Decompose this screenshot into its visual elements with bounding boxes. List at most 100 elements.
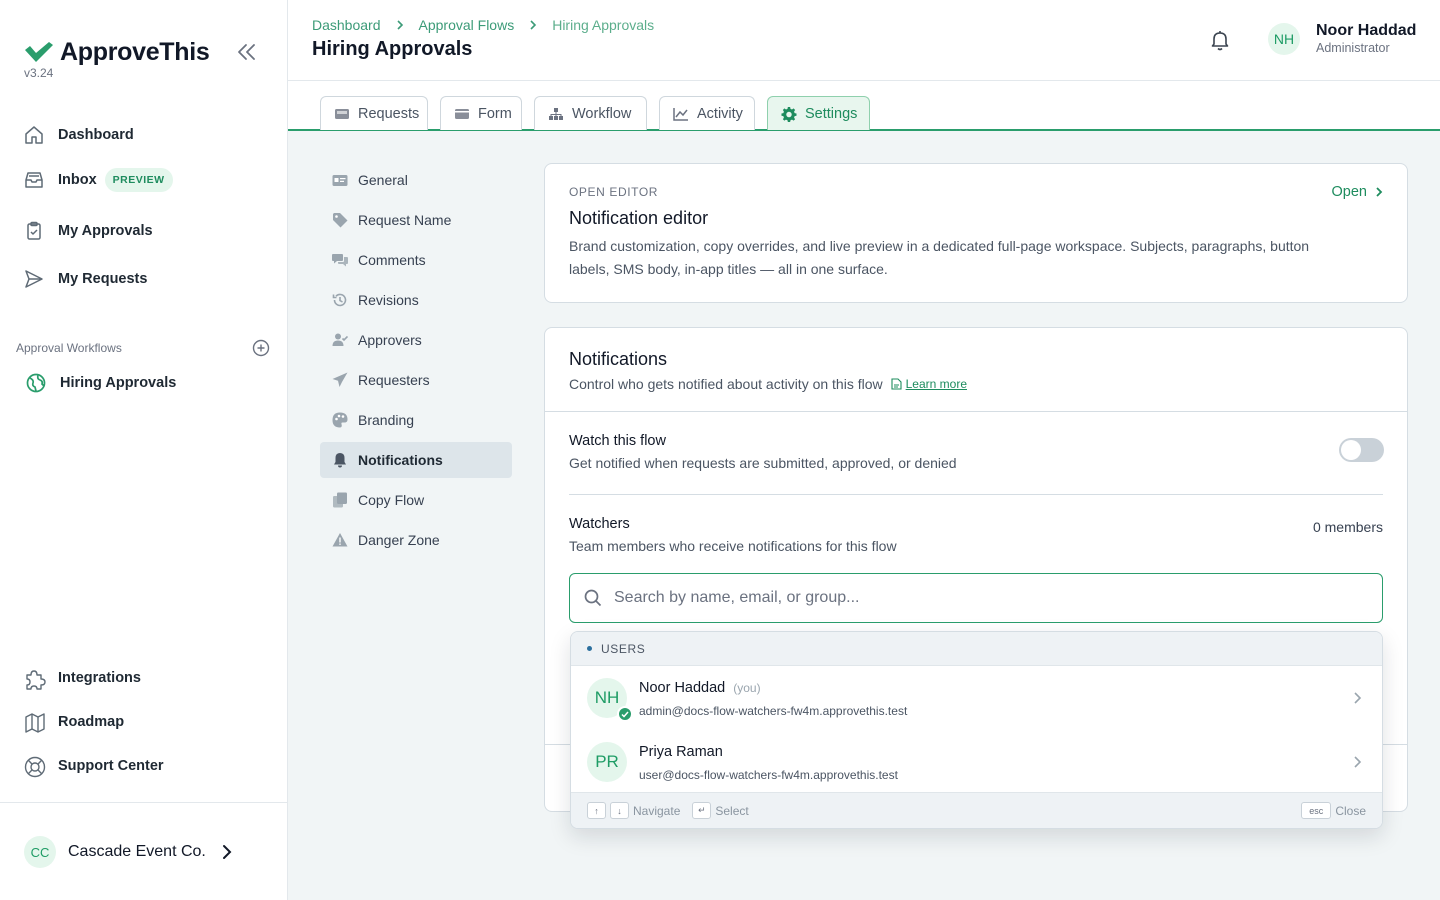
tab-settings[interactable]: Settings bbox=[767, 96, 870, 130]
tab-workflow-label: Workflow bbox=[572, 105, 632, 122]
notifications-bell-icon[interactable] bbox=[1208, 28, 1232, 52]
page-title: Hiring Approvals bbox=[312, 38, 473, 60]
settings-requesters-label: Requesters bbox=[358, 372, 430, 388]
settings-general-label: General bbox=[358, 172, 408, 188]
settings-danger-zone[interactable]: Danger Zone bbox=[320, 522, 512, 558]
close-hint[interactable]: esc Close bbox=[1301, 802, 1366, 819]
settings-copy-flow-label: Copy Flow bbox=[358, 492, 425, 508]
nav-roadmap[interactable]: Roadmap bbox=[24, 712, 124, 733]
map-icon bbox=[24, 712, 45, 733]
paper-plane-icon bbox=[332, 372, 348, 388]
notifications-subtitle-row: Control who gets notified about activity… bbox=[569, 376, 967, 392]
tab-activity[interactable]: Activity bbox=[659, 96, 755, 130]
user-option-initials: NH bbox=[594, 688, 620, 707]
chevron-right-icon bbox=[1375, 186, 1383, 198]
user-name: Noor Haddad bbox=[1316, 22, 1417, 39]
settings-approvers[interactable]: Approvers bbox=[320, 322, 512, 358]
watcher-suggestions-dropdown: USERS NH Noor Haddad (you) admin@docs-flo… bbox=[570, 631, 1383, 829]
tab-requests[interactable]: Requests bbox=[320, 96, 428, 130]
settings-comments[interactable]: Comments bbox=[320, 242, 512, 278]
settings-branding-label: Branding bbox=[358, 412, 415, 428]
settings-revisions[interactable]: Revisions bbox=[320, 282, 512, 318]
user-option[interactable]: PR Priya Raman user@docs-flow-watchers-f… bbox=[571, 730, 1382, 794]
watch-flow-toggle[interactable] bbox=[1339, 438, 1384, 462]
settings-branding[interactable]: Branding bbox=[320, 402, 512, 438]
gear-icon bbox=[781, 106, 797, 122]
settings-requesters[interactable]: Requesters bbox=[320, 362, 512, 398]
tab-activity-label: Activity bbox=[697, 105, 743, 122]
clipboard-check-icon bbox=[24, 221, 44, 241]
inbox-icon bbox=[24, 170, 44, 190]
breadcrumb-approval-flows[interactable]: Approval Flows bbox=[419, 17, 515, 33]
puzzle-icon bbox=[24, 668, 46, 690]
app-name: ApproveThis bbox=[60, 38, 210, 66]
arrow-up-key: ↑ bbox=[587, 802, 606, 819]
user-check-icon bbox=[332, 332, 348, 348]
learn-more-link[interactable]: Learn more bbox=[891, 377, 967, 391]
home-icon bbox=[24, 125, 44, 145]
form-icon bbox=[454, 107, 470, 121]
org-avatar: CC bbox=[24, 836, 56, 868]
workflow-label: Hiring Approvals bbox=[60, 375, 177, 391]
nav-my-requests[interactable]: My Requests bbox=[24, 269, 147, 289]
settings-approvers-label: Approvers bbox=[358, 332, 422, 348]
nav-support-center-label: Support Center bbox=[58, 758, 164, 774]
breadcrumb: Dashboard Approval Flows Hiring Approval… bbox=[312, 17, 654, 33]
user-option-email: user@docs-flow-watchers-fw4m.approvethis… bbox=[639, 767, 898, 782]
preview-badge: PREVIEW bbox=[104, 168, 173, 192]
settings-copy-flow[interactable]: Copy Flow bbox=[320, 482, 512, 518]
settings-request-name[interactable]: Request Name bbox=[320, 202, 512, 238]
globe-icon bbox=[26, 373, 46, 393]
nav-inbox[interactable]: Inbox PREVIEW bbox=[24, 168, 173, 192]
settings-notifications[interactable]: Notifications bbox=[320, 442, 512, 478]
comments-icon bbox=[332, 252, 348, 268]
settings-revisions-label: Revisions bbox=[358, 292, 419, 308]
add-workflow-icon[interactable] bbox=[252, 339, 270, 357]
user-option-avatar: NH bbox=[587, 678, 633, 722]
workflow-hiring-approvals[interactable]: Hiring Approvals bbox=[26, 373, 176, 393]
user-option[interactable]: NH Noor Haddad (you) admin@docs-flow-watc… bbox=[571, 666, 1382, 730]
toggle-knob bbox=[1341, 440, 1361, 460]
nav-integrations[interactable]: Integrations bbox=[24, 668, 141, 690]
group-dot-icon bbox=[587, 646, 592, 651]
settings-general[interactable]: General bbox=[320, 162, 512, 198]
settings-danger-zone-label: Danger Zone bbox=[358, 532, 440, 548]
top-header: Dashboard Approval Flows Hiring Approval… bbox=[288, 0, 1440, 81]
bell-icon bbox=[332, 452, 348, 468]
tab-workflow[interactable]: Workflow bbox=[534, 96, 647, 130]
nav-my-approvals[interactable]: My Approvals bbox=[24, 221, 153, 241]
user-option-avatar: PR bbox=[587, 742, 627, 782]
tray-icon bbox=[334, 107, 350, 121]
collapse-sidebar-icon[interactable] bbox=[236, 42, 258, 62]
nav-support-center[interactable]: Support Center bbox=[24, 756, 164, 778]
user-option-name: Noor Haddad bbox=[639, 679, 726, 696]
warning-icon bbox=[332, 532, 348, 548]
org-switcher[interactable]: CC Cascade Event Co. bbox=[24, 836, 232, 868]
chevron-right-icon bbox=[1352, 691, 1362, 705]
chevron-right-icon bbox=[1352, 755, 1362, 769]
watcher-search bbox=[569, 573, 1383, 623]
search-icon bbox=[584, 589, 602, 607]
tab-form-label: Form bbox=[478, 105, 512, 122]
section-divider bbox=[569, 494, 1383, 495]
users-group-header: USERS bbox=[571, 632, 1382, 666]
nav-my-approvals-label: My Approvals bbox=[58, 223, 153, 239]
app-logo[interactable]: ApproveThis bbox=[24, 38, 210, 67]
user-menu[interactable]: NH Noor Haddad Administrator bbox=[1268, 22, 1416, 55]
breadcrumb-dashboard[interactable]: Dashboard bbox=[312, 17, 381, 33]
document-icon bbox=[891, 378, 902, 390]
breadcrumb-separator-icon bbox=[395, 19, 405, 31]
watcher-search-input[interactable] bbox=[614, 589, 1354, 607]
breadcrumb-current: Hiring Approvals bbox=[552, 17, 655, 33]
user-option-initials: PR bbox=[595, 752, 619, 771]
open-editor-link[interactable]: Open bbox=[1332, 184, 1383, 200]
palette-icon bbox=[332, 412, 348, 428]
tab-form[interactable]: Form bbox=[440, 96, 522, 130]
app-version: v3.24 bbox=[24, 66, 54, 80]
user-option-you-tag: (you) bbox=[733, 680, 761, 695]
users-group-label: USERS bbox=[601, 641, 646, 656]
nav-dashboard[interactable]: Dashboard bbox=[24, 125, 134, 145]
settings-request-name-label: Request Name bbox=[358, 212, 452, 228]
chevron-right-icon bbox=[222, 844, 232, 860]
org-name: Cascade Event Co. bbox=[68, 843, 206, 860]
